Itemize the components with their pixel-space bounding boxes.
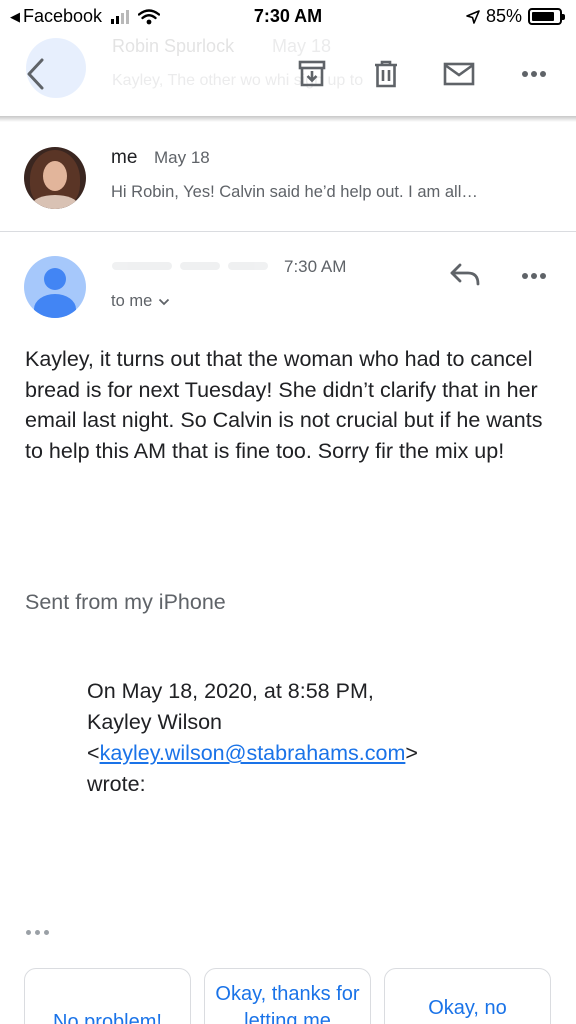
archive-icon: [298, 60, 326, 87]
reply-icon: [450, 263, 480, 286]
quote-email-line: <kayley.wilson@stabrahams.com>: [87, 738, 527, 769]
back-arrow-icon: [27, 58, 44, 90]
more-icon: [522, 71, 546, 77]
status-right: 85%: [466, 6, 565, 27]
ghost-sender: Robin Spurlock: [112, 36, 235, 56]
show-trimmed-content-button[interactable]: [26, 930, 54, 940]
avatar: [24, 147, 86, 209]
mail-icon: [443, 62, 475, 86]
thread-toolbar: Robin Spurlock May 18 Kayley, The other …: [0, 34, 576, 118]
message-more-button[interactable]: [516, 262, 552, 290]
more-icon: [522, 273, 546, 279]
message-time: 7:30 AM: [284, 257, 347, 276]
toolbar-divider: [0, 116, 576, 122]
chevron-down-icon: [159, 298, 170, 305]
quote-open-bracket: <: [87, 741, 100, 765]
battery-percent: 85%: [485, 6, 522, 26]
quote-close-bracket: >: [405, 741, 418, 765]
message-signature: Sent from my iPhone: [25, 590, 226, 614]
sender-avatar[interactable]: [24, 256, 86, 318]
reply-button[interactable]: [448, 262, 484, 290]
delete-button[interactable]: [368, 56, 404, 92]
smart-reply-label: No problem!: [53, 1011, 162, 1024]
collapsed-message[interactable]: me May 18 Hi Robin, Yes! Calvin said he’…: [0, 122, 576, 232]
quote-wrote-line: wrote:: [87, 772, 146, 796]
message-snippet: Hi Robin, Yes! Calvin said he’d help out…: [111, 183, 478, 201]
status-bar: ◀ Facebook 7:30 AM 85%: [0, 0, 576, 34]
recipient-details-toggle[interactable]: to me: [111, 292, 170, 311]
trash-icon: [375, 60, 397, 88]
ghost-previous-message: Robin Spurlock May 18 Kayley, The other …: [0, 34, 576, 118]
more-options-button[interactable]: [516, 56, 552, 92]
smart-reply-3[interactable]: Okay, no: [384, 968, 551, 1024]
quote-sender-name: Kayley Wilson: [87, 710, 223, 734]
location-arrow-icon: [466, 9, 480, 24]
smart-reply-2[interactable]: Okay, thanks for letting me: [204, 968, 371, 1024]
ghost-date: May 18: [272, 36, 332, 56]
message-body: Kayley, it turns out that the woman who …: [25, 347, 543, 463]
smart-reply-1[interactable]: No problem!: [24, 968, 191, 1024]
message-date: May 18: [154, 148, 210, 167]
smart-reply-label: Okay, thanks for letting me: [215, 983, 360, 1024]
blurred-sender-name: [112, 262, 272, 272]
quoted-header: On May 18, 2020, at 8:58 PM, Kayley Wils…: [87, 676, 527, 800]
email-thread-screen: ◀ Facebook 7:30 AM 85% Robin Spurlock Ma…: [0, 0, 576, 1024]
archive-button[interactable]: [294, 56, 330, 92]
back-button[interactable]: [18, 56, 54, 92]
quote-email-link[interactable]: kayley.wilson@stabrahams.com: [100, 741, 406, 765]
mark-unread-button[interactable]: [441, 56, 477, 92]
quote-date-line: On May 18, 2020, at 8:58 PM,: [87, 679, 374, 703]
recipient-label: to me: [111, 292, 153, 310]
battery-icon: [528, 8, 565, 25]
smart-reply-label: Okay, no: [428, 997, 507, 1019]
message-sender: me: [111, 147, 138, 168]
